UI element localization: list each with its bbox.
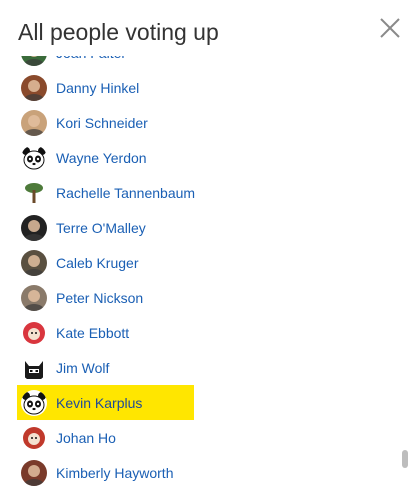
voter-name-link[interactable]: Kimberly Hayworth bbox=[56, 465, 173, 481]
panda-icon[interactable] bbox=[21, 389, 47, 416]
voter-name-link[interactable]: Terre O'Malley bbox=[56, 220, 146, 236]
voter-row[interactable]: Kimberly Hayworth bbox=[17, 455, 194, 490]
tree-icon[interactable] bbox=[21, 179, 47, 206]
voter-row[interactable]: Joan Falter bbox=[17, 56, 194, 70]
avatar-photo-icon[interactable] bbox=[21, 284, 47, 311]
voter-name-link[interactable]: Jim Wolf bbox=[56, 360, 109, 376]
voter-name-link[interactable]: Rachelle Tannenbaum bbox=[56, 185, 195, 201]
cartoon-red-icon[interactable] bbox=[21, 319, 47, 346]
avatar-photo-icon[interactable] bbox=[21, 56, 47, 66]
voter-row[interactable]: Kevin Karplus bbox=[17, 385, 194, 420]
avatar-photo-icon[interactable] bbox=[21, 459, 47, 486]
voter-row[interactable]: Terre O'Malley bbox=[17, 210, 194, 245]
voter-name-link[interactable]: Danny Hinkel bbox=[56, 80, 139, 96]
voter-name-link[interactable]: Joan Falter bbox=[56, 56, 126, 61]
voter-row[interactable]: Jim Wolf bbox=[17, 350, 194, 385]
voter-row[interactable]: Peter Nickson bbox=[17, 280, 194, 315]
batman-icon[interactable] bbox=[21, 354, 47, 381]
voter-name-link[interactable]: Peter Nickson bbox=[56, 290, 143, 306]
voter-row[interactable]: Danny Hinkel bbox=[17, 70, 194, 105]
voter-name-link[interactable]: Wayne Yerdon bbox=[56, 150, 147, 166]
scrollbar-thumb[interactable] bbox=[402, 450, 408, 468]
voter-row[interactable]: Kori Schneider bbox=[17, 105, 194, 140]
panda-icon[interactable] bbox=[21, 144, 47, 171]
voter-name-link[interactable]: Kori Schneider bbox=[56, 115, 148, 131]
voter-name-link[interactable]: Caleb Kruger bbox=[56, 255, 139, 271]
voter-list[interactable]: Joan Falter Danny Hinkel Kori Schneider Way… bbox=[0, 56, 398, 500]
dialog-title: All people voting up bbox=[18, 19, 219, 45]
avatar-photo-icon[interactable] bbox=[21, 214, 47, 241]
close-icon[interactable] bbox=[377, 15, 403, 41]
voter-row[interactable]: Kate Ebbott bbox=[17, 315, 194, 350]
avatar-photo-icon[interactable] bbox=[21, 74, 47, 101]
voter-row[interactable]: Rachelle Tannenbaum bbox=[17, 175, 195, 210]
voter-row[interactable]: Wayne Yerdon bbox=[17, 140, 194, 175]
voter-row[interactable]: Caleb Kruger bbox=[17, 245, 194, 280]
voter-name-link[interactable]: Johan Ho bbox=[56, 430, 116, 446]
voter-name-link[interactable]: Kevin Karplus bbox=[56, 395, 142, 411]
avatar-photo-icon[interactable] bbox=[21, 249, 47, 276]
scrollbar[interactable] bbox=[400, 56, 410, 500]
voters-dialog: All people voting up Joan Falter Danny Hi… bbox=[0, 0, 416, 500]
voter-row[interactable]: Johan Ho bbox=[17, 420, 194, 455]
voter-name-link[interactable]: Kate Ebbott bbox=[56, 325, 129, 341]
avatar-photo-icon[interactable] bbox=[21, 109, 47, 136]
cartoon-red-icon[interactable] bbox=[21, 424, 47, 451]
